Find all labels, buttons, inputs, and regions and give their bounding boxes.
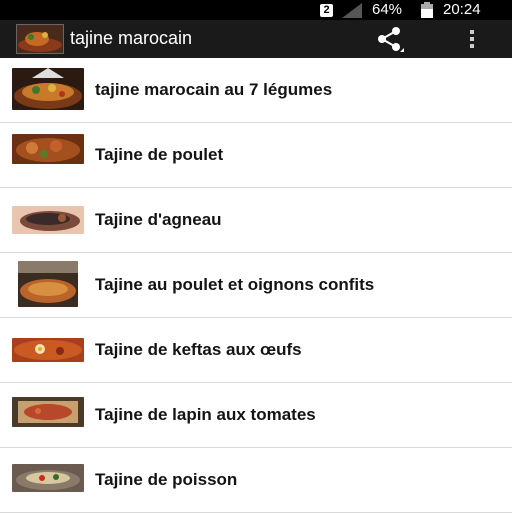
recipe-thumbnail (12, 338, 84, 362)
recipe-title: Tajine de lapin aux tomates (95, 405, 316, 424)
app-title: tajine marocain (70, 28, 193, 48)
battery-icon (421, 2, 433, 22)
list-item[interactable]: Tajine de poisson (0, 448, 512, 513)
list-item[interactable]: Tajine d'agneau (0, 188, 512, 253)
sim-badge: 2 (320, 4, 333, 17)
recipe-list: tajine marocain au 7 légumes Tajine de p… (0, 58, 512, 513)
recipe-thumbnail (12, 464, 84, 492)
battery-percent: 64% (372, 1, 403, 18)
recipe-thumbnail (12, 134, 84, 164)
recipe-thumbnail (12, 397, 84, 427)
status-bar: 2 64% 20:24 (0, 0, 512, 20)
app-icon[interactable] (16, 24, 64, 54)
list-item[interactable]: Tajine au poulet et oignons confits (0, 253, 512, 318)
list-item[interactable]: Tajine de lapin aux tomates (0, 383, 512, 448)
list-item[interactable]: tajine marocain au 7 légumes (0, 58, 512, 123)
recipe-title: Tajine d'agneau (95, 210, 222, 229)
overflow-menu-icon[interactable] (462, 28, 482, 50)
recipe-thumbnail (12, 206, 84, 234)
list-item[interactable]: Tajine de poulet (0, 123, 512, 188)
list-item[interactable]: Tajine de keftas aux œufs (0, 318, 512, 383)
recipe-title: Tajine de poisson (95, 470, 238, 489)
recipe-title: Tajine au poulet et oignons confits (95, 275, 375, 294)
recipe-title: Tajine de keftas aux œufs (95, 340, 302, 359)
action-bar: tajine marocain (0, 20, 512, 58)
recipe-title: tajine marocain au 7 légumes (95, 80, 333, 99)
recipe-thumbnail (18, 261, 78, 307)
share-icon[interactable] (374, 26, 406, 52)
clock: 20:24 (443, 1, 481, 18)
recipe-thumbnail (12, 68, 84, 110)
recipe-title: Tajine de poulet (95, 145, 224, 164)
